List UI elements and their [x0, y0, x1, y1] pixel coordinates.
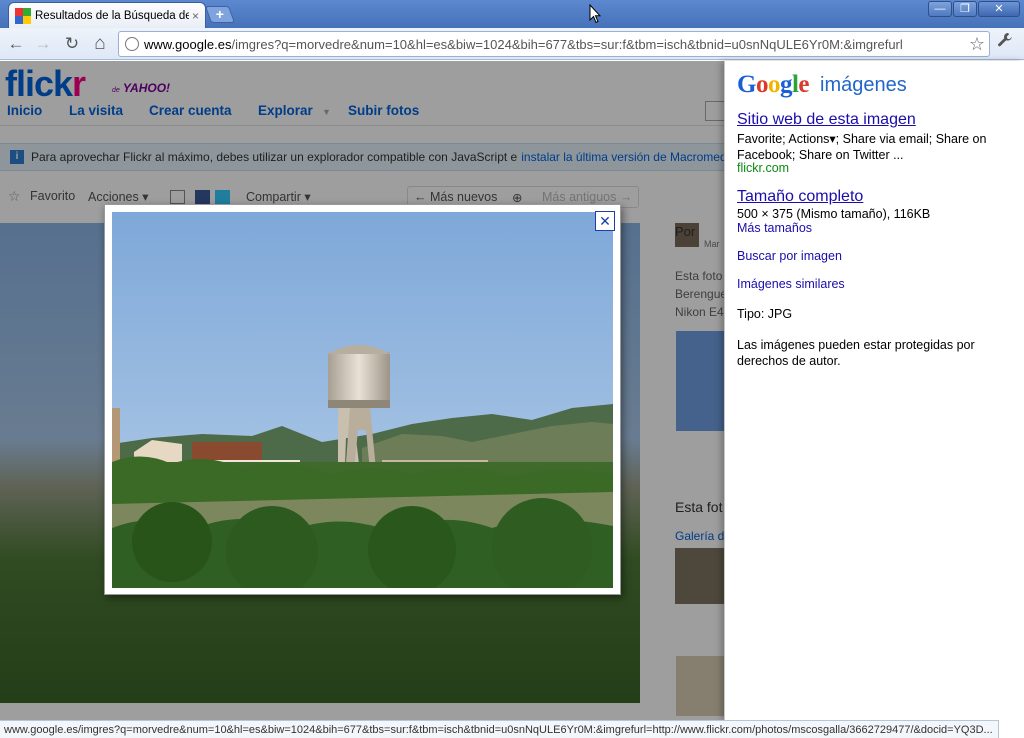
back-button[interactable]: ← — [5, 33, 27, 55]
new-tab-button[interactable]: + — [204, 6, 236, 23]
address-bar[interactable]: www.google.es/imgres?q=morvedre&num=10&h… — [118, 31, 990, 57]
minimize-button[interactable]: — — [928, 1, 952, 17]
tab-title: Resultados de la Búsqueda de — [35, 9, 189, 22]
image-size-info: 500 × 375 (Mismo tamaño), 116KB — [737, 207, 931, 221]
google-logo[interactable]: Google — [737, 71, 809, 99]
tab-close-icon[interactable]: × — [192, 9, 199, 23]
url-text: www.google.es/imgres?q=morvedre&num=10&h… — [144, 36, 903, 52]
site-description: Favorite; Actions▾; Share via email; Sha… — [737, 132, 987, 162]
image-lightbox: ✕ — [104, 204, 621, 595]
globe-icon — [125, 37, 139, 51]
google-favicon-icon — [15, 7, 31, 24]
home-button[interactable]: ⌂ — [89, 33, 111, 55]
more-sizes-link[interactable]: Más tamaños — [737, 221, 812, 235]
browser-toolbar: ← → ↻ ⌂ www.google.es/imgres?q=morvedre&… — [0, 28, 1024, 60]
image-type: Tipo: JPG — [737, 307, 793, 321]
reload-button[interactable]: ↻ — [61, 33, 83, 55]
title-bar: Resultados de la Búsqueda de × + — ❐ ✕ — [0, 0, 1024, 28]
site-domain[interactable]: flickr.com — [737, 161, 789, 175]
browser-tab[interactable]: Resultados de la Búsqueda de × — [8, 2, 206, 28]
similar-images-link[interactable]: Imágenes similares — [737, 277, 845, 291]
google-images-label: imágenes — [820, 74, 907, 96]
close-window-button[interactable]: ✕ — [978, 1, 1020, 17]
search-by-image-link[interactable]: Buscar por imagen — [737, 249, 842, 263]
plus-icon: + — [215, 6, 224, 22]
restore-button[interactable]: ❐ — [953, 1, 977, 17]
google-image-panel: Google imágenes Sitio web de esta imagen… — [724, 61, 1024, 720]
copyright-notice: Las imágenes pueden estar protegidas por… — [737, 338, 975, 368]
close-lightbox-button[interactable]: ✕ — [595, 211, 615, 231]
bookmark-star-icon[interactable]: ☆ — [969, 34, 985, 55]
status-corner — [999, 720, 1024, 738]
mouse-cursor-icon — [589, 4, 601, 24]
status-bar: www.google.es/imgres?q=morvedre&num=10&h… — [0, 720, 999, 738]
wrench-menu-icon[interactable] — [997, 32, 1013, 53]
preview-image[interactable] — [112, 212, 613, 588]
site-link[interactable]: Sitio web de esta imagen — [737, 111, 916, 129]
full-size-link[interactable]: Tamaño completo — [737, 188, 863, 206]
forward-button[interactable]: → — [32, 33, 54, 55]
